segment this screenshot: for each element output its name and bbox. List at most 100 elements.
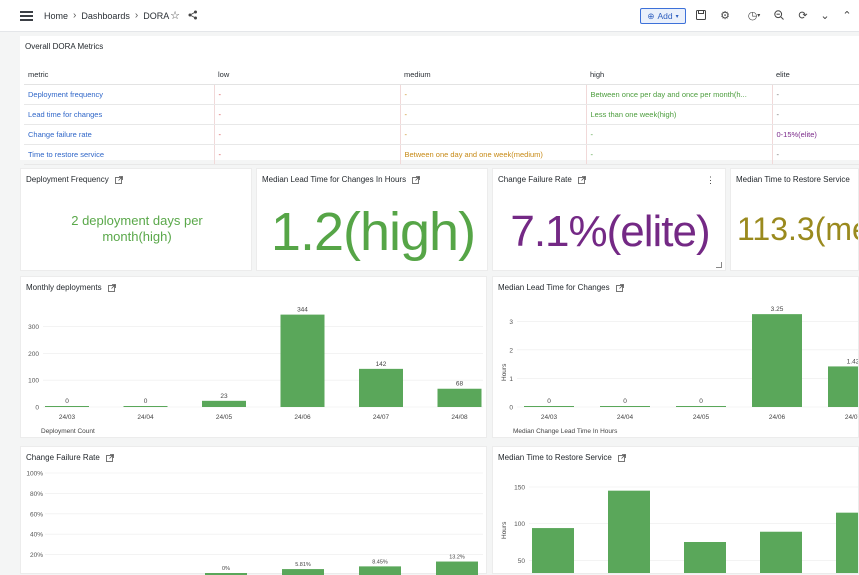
- y-tick-label: 150: [514, 485, 525, 492]
- bar: [280, 314, 325, 407]
- zoom-out-icon[interactable]: [772, 8, 786, 22]
- share-icon[interactable]: [186, 8, 200, 22]
- y-tick-label: 3: [509, 319, 513, 326]
- change-failure-rate-chart-panel: Change Failure Rate 20% 40% 60% 80% 100% 0% 5.…: [20, 446, 487, 575]
- star-icon[interactable]: ☆: [168, 8, 182, 22]
- column-header[interactable]: medium: [400, 66, 586, 85]
- high-cell: -: [585, 124, 772, 145]
- x-tick-label: 24/04: [137, 414, 154, 421]
- menu-icon[interactable]: [20, 11, 33, 21]
- table-row: Change failure rate - - - 0-15%(elite): [24, 124, 859, 145]
- chevron-up-icon[interactable]: ⌃: [840, 8, 854, 22]
- elite-cell: 0-15%(elite): [771, 124, 859, 145]
- bar: [437, 388, 482, 407]
- chevron-down-icon: ▾: [675, 13, 679, 20]
- panel-title: Deployment Frequency: [26, 175, 123, 184]
- y-tick-label: 100%: [26, 471, 43, 478]
- low-cell: -: [213, 124, 400, 145]
- clock-icon[interactable]: ◷ ▾: [743, 8, 765, 22]
- y-tick-label: 100: [514, 521, 525, 528]
- y-tick-label: 80%: [30, 491, 43, 498]
- breadcrumb: Home › Dashboards › DORA: [44, 10, 169, 21]
- column-header[interactable]: low: [214, 66, 400, 85]
- data-label: 68: [456, 381, 464, 388]
- data-label: 23: [220, 393, 228, 400]
- panel-title: Median Lead Time for Changes In Hours: [262, 175, 420, 184]
- external-link-icon[interactable]: [412, 175, 420, 184]
- panel-menu-icon[interactable]: ⋮: [706, 175, 715, 186]
- elite-cell: -: [771, 104, 859, 125]
- x-tick-label: 24/05: [216, 414, 233, 421]
- column-header[interactable]: elite: [772, 66, 859, 85]
- external-link-icon[interactable]: [114, 175, 123, 184]
- medium-cell: Between one day and one week(medium): [399, 144, 586, 165]
- data-label: 13.2%: [449, 555, 465, 561]
- y-tick-label: 60%: [30, 511, 43, 518]
- median-restore-chart: 50 100 150: [514, 485, 858, 573]
- resize-handle-icon[interactable]: [716, 262, 722, 268]
- bar: [123, 406, 168, 407]
- y-tick-label: 20%: [30, 552, 43, 559]
- chevron-down-icon[interactable]: ⌄: [818, 8, 832, 22]
- data-label: 142: [376, 361, 387, 368]
- data-label: 0: [144, 398, 148, 405]
- metrics-table-title: Overall DORA Metrics: [25, 42, 104, 51]
- elite-cell: -: [771, 84, 859, 105]
- change-failure-rate-panel: Change Failure Rate ⋮ 7.1%(elite): [492, 168, 726, 271]
- x-tick-label: 24/05: [693, 414, 710, 421]
- bar: [684, 542, 726, 573]
- add-button[interactable]: ⊕ Add ▾: [640, 8, 686, 24]
- breadcrumb-separator-icon: ›: [134, 10, 139, 21]
- high-cell: Less than one week(high): [585, 104, 772, 125]
- panel-title: Change Failure Rate: [498, 175, 586, 184]
- chart-legend[interactable]: Median Change Lead Time In Hours: [513, 428, 617, 435]
- breadcrumb-home[interactable]: Home: [44, 11, 68, 21]
- y-tick-label: 300: [28, 324, 39, 331]
- dashboard-toolbar: Home › Dashboards › DORA ☆ ⊕ Add ▾ ⚙ ◷ ▾ …: [0, 0, 859, 32]
- median-restore-chart-panel: Median Time to Restore Service 50 100 150 …: [492, 446, 859, 574]
- table-row: Time to restore service - Between one da…: [24, 144, 859, 165]
- metric-cell: Change failure rate: [24, 124, 214, 145]
- external-link-icon[interactable]: [577, 175, 586, 184]
- data-label: 0: [65, 398, 69, 405]
- x-tick-label: 24/04: [617, 414, 634, 421]
- high-cell: -: [585, 144, 772, 165]
- bar: [752, 314, 802, 407]
- median-lead-time-chart-panel: Median Lead Time for Changes 0 1 2 3 0 24/03 0…: [492, 276, 859, 438]
- panel-title: Median Time to Restore Service: [736, 175, 850, 184]
- data-label: 0: [623, 398, 627, 405]
- bar: [532, 528, 574, 573]
- save-icon[interactable]: [694, 8, 708, 22]
- panel-title-text: Deployment Frequency: [26, 175, 109, 184]
- x-tick-label: 24/07: [373, 414, 390, 421]
- table-header-row: metric low medium high elite: [24, 66, 859, 85]
- column-header[interactable]: high: [586, 66, 772, 85]
- low-cell: -: [213, 84, 400, 105]
- chart-legend[interactable]: Deployment Count: [41, 428, 95, 435]
- stat-value-line: 2 deployment days per: [71, 213, 203, 228]
- x-tick-label: 24/03: [541, 414, 558, 421]
- breadcrumb-dashboards[interactable]: Dashboards: [81, 11, 130, 21]
- metric-cell: Deployment frequency: [24, 84, 214, 105]
- data-label: 1.42: [847, 358, 859, 365]
- bar: [202, 400, 246, 407]
- y-axis-label: Hours: [501, 521, 508, 539]
- y-tick-label: 200: [28, 351, 39, 358]
- y-tick-label: 0: [35, 405, 39, 412]
- refresh-icon[interactable]: ⟳: [796, 8, 810, 22]
- gear-icon[interactable]: ⚙: [718, 8, 732, 22]
- add-button-label: Add: [657, 11, 673, 21]
- column-header[interactable]: metric: [24, 66, 214, 85]
- data-label: 0%: [222, 566, 230, 572]
- data-label: 0: [547, 398, 551, 405]
- panel-title-text: Median Lead Time for Changes In Hours: [262, 175, 407, 184]
- bar: [600, 406, 650, 407]
- monthly-deployments-panel: Monthly deployments 0 100 200 300 0 24/03 0 24/…: [20, 276, 487, 438]
- y-tick-label: 2: [509, 347, 513, 354]
- bar: [828, 366, 858, 407]
- bar: [282, 569, 324, 575]
- metrics-table-panel: Overall DORA Metrics metric low medium h…: [20, 36, 859, 165]
- x-tick-label: 24/08: [451, 414, 468, 421]
- bar: [524, 406, 574, 407]
- elite-cell: -: [771, 144, 859, 165]
